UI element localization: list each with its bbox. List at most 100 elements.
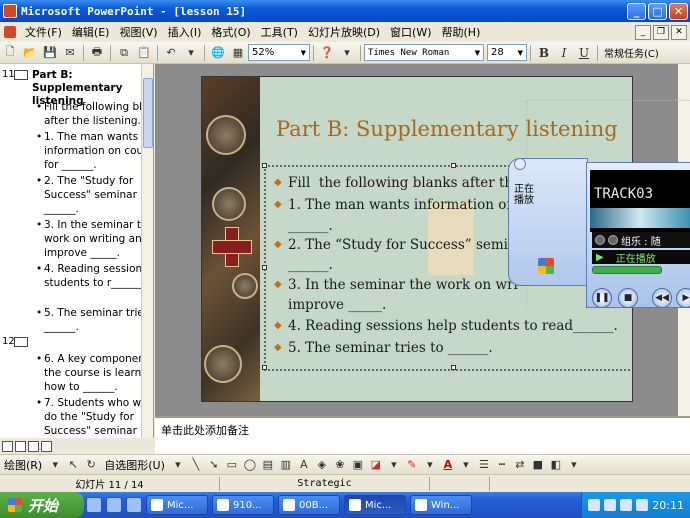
resize-handle[interactable] — [451, 163, 456, 168]
media-player-icon[interactable] — [106, 497, 122, 513]
copy-icon[interactable]: ⧉ — [116, 45, 132, 61]
nav-back-icon[interactable] — [595, 235, 605, 245]
list-item[interactable]: • 5. The seminar tries to ______. — [36, 306, 153, 334]
line-style-icon[interactable]: ☰ — [476, 457, 492, 472]
list-item[interactable]: • 6. A key component of the course is lea… — [36, 352, 153, 394]
chevron-down-icon[interactable]: ▾ — [566, 457, 582, 472]
now-playing-tab[interactable]: 正在 播放 — [514, 184, 534, 206]
help-dropdown-icon[interactable]: ▾ — [339, 45, 355, 61]
show-desktop-icon[interactable] — [86, 497, 102, 513]
media-player[interactable]: 正在 播放 TRACK03 组乐 : 随 ▶ 正在播放 ❚❚ ■ ◀◀ ▶ — [508, 100, 690, 314]
pause-button[interactable]: ❚❚ — [592, 288, 612, 308]
hyperlink-icon[interactable]: 🌐 — [210, 45, 226, 61]
undo-icon[interactable]: ↶ — [163, 45, 179, 61]
volume-icon[interactable] — [636, 499, 649, 511]
menu-insert[interactable]: 插入(I) — [163, 24, 207, 40]
permission-icon[interactable]: ✉ — [62, 45, 78, 61]
slide-sorter-icon[interactable] — [28, 440, 39, 452]
chevron-down-icon[interactable]: ▾ — [170, 457, 186, 472]
seek-bar[interactable] — [592, 266, 662, 274]
document-icon[interactable] — [4, 26, 16, 38]
task-button-2[interactable]: 910... — [212, 495, 274, 515]
doc-restore-button[interactable]: ❐ — [653, 24, 669, 40]
task-button-3[interactable]: 00B... — [278, 495, 340, 515]
resize-handle[interactable] — [262, 265, 267, 270]
draw-menu-button[interactable]: 绘图(R) — [0, 457, 46, 473]
outline-slide-12[interactable]: 12 — [2, 336, 32, 347]
chevron-down-icon[interactable]: ▾ — [47, 457, 63, 472]
diagram-icon[interactable]: ◈ — [314, 457, 330, 472]
line-icon[interactable]: ╲ — [188, 457, 204, 472]
normal-view-icon[interactable] — [2, 440, 13, 452]
doc-close-button[interactable]: ✕ — [671, 24, 687, 40]
minimize-button[interactable]: _ — [627, 2, 646, 20]
menu-format[interactable]: 格式(O) — [206, 24, 255, 40]
menu-file[interactable]: 文件(F) — [20, 24, 67, 40]
rectangle-icon[interactable]: ▭ — [224, 457, 240, 472]
outline-view-icon[interactable] — [15, 440, 26, 452]
shadow-icon[interactable]: ■ — [530, 457, 546, 472]
menu-view[interactable]: 视图(V) — [114, 24, 162, 40]
list-item[interactable]: •Fill the following blanks after the lis… — [36, 100, 153, 128]
line-color-icon[interactable]: ✎ — [404, 457, 420, 472]
paste-icon[interactable]: 📋 — [136, 45, 152, 61]
3d-icon[interactable]: ◧ — [548, 457, 564, 472]
undo-dropdown-icon[interactable]: ▾ — [183, 45, 199, 61]
doc-minimize-button[interactable]: _ — [635, 24, 651, 40]
scrollbar-thumb[interactable] — [143, 78, 153, 148]
table-icon[interactable]: ▦ — [230, 45, 246, 61]
help-icon[interactable] — [604, 499, 617, 511]
resize-handle[interactable] — [262, 365, 267, 370]
help-icon[interactable]: ❓ — [319, 45, 335, 61]
picture-icon[interactable]: ▣ — [350, 457, 366, 472]
autoshapes-button[interactable]: 自选图形(U) — [100, 457, 169, 473]
resize-handle[interactable] — [262, 163, 267, 168]
clock[interactable]: 20:11 — [652, 499, 684, 512]
bold-button[interactable]: B — [536, 45, 552, 61]
maximize-button[interactable]: □ — [648, 2, 667, 20]
resize-handle[interactable] — [451, 365, 456, 370]
task-pane-button[interactable]: 常规任务(C) — [601, 45, 662, 60]
font-select[interactable]: Times New Roman ▼ — [364, 44, 484, 61]
underline-button[interactable]: U — [576, 45, 592, 61]
zoom-select[interactable]: 52% ▼ — [248, 44, 310, 61]
menu-tools[interactable]: 工具(T) — [256, 24, 303, 40]
font-color-icon[interactable]: A — [440, 457, 456, 472]
arrow-icon[interactable]: ➘ — [206, 457, 222, 472]
dash-style-icon[interactable]: ┅ — [494, 457, 510, 472]
list-item[interactable]: • 3. In the seminar the work on writing a… — [36, 218, 153, 260]
menu-edit[interactable]: 编辑(E) — [67, 24, 115, 40]
textbox-icon[interactable]: ▤ — [260, 457, 276, 472]
oval-icon[interactable]: ◯ — [242, 457, 258, 472]
next-button[interactable]: ▶ — [676, 288, 690, 308]
select-arrow-icon[interactable]: ↖ — [65, 457, 81, 472]
wordart-icon[interactable]: A — [296, 457, 312, 472]
vertical-textbox-icon[interactable]: ▥ — [278, 457, 294, 472]
task-button-4[interactable]: Mic... — [344, 495, 406, 515]
rotate-icon[interactable]: ↻ — [83, 457, 99, 472]
open-icon[interactable]: 📂 — [22, 45, 38, 61]
new-icon[interactable]: 🗋 — [2, 45, 18, 61]
start-button[interactable]: 开始 — [0, 492, 84, 518]
list-item[interactable]: •2. The "Study for Success" seminar is f… — [36, 174, 153, 216]
outline-scrollbar[interactable] — [141, 64, 153, 438]
browser-icon[interactable] — [126, 497, 142, 513]
list-item[interactable]: •4. Reading sessions help students to r_… — [36, 262, 153, 290]
keyboard-icon[interactable] — [588, 499, 601, 511]
list-item[interactable]: •7. Students who want to do the "Study f… — [36, 396, 153, 438]
list-item[interactable]: • 1. The man wants information on course … — [36, 130, 153, 172]
nav-forward-icon[interactable] — [608, 235, 618, 245]
menu-help[interactable]: 帮助(H) — [437, 24, 486, 40]
chevron-down-icon[interactable]: ▾ — [458, 457, 474, 472]
menu-slideshow[interactable]: 幻灯片放映(D) — [303, 24, 385, 40]
task-button-5[interactable]: Win... — [410, 495, 472, 515]
fill-color-icon[interactable]: ◪ — [368, 457, 384, 472]
clipart-icon[interactable]: ❀ — [332, 457, 348, 472]
arrow-style-icon[interactable]: ⇄ — [512, 457, 528, 472]
stop-button[interactable]: ■ — [618, 288, 638, 308]
menu-window[interactable]: 窗口(W) — [385, 24, 436, 40]
chevron-down-icon[interactable]: ▾ — [386, 457, 402, 472]
previous-button[interactable]: ◀◀ — [652, 288, 672, 308]
slideshow-icon[interactable] — [41, 440, 52, 452]
chevron-down-icon[interactable]: ▾ — [422, 457, 438, 472]
